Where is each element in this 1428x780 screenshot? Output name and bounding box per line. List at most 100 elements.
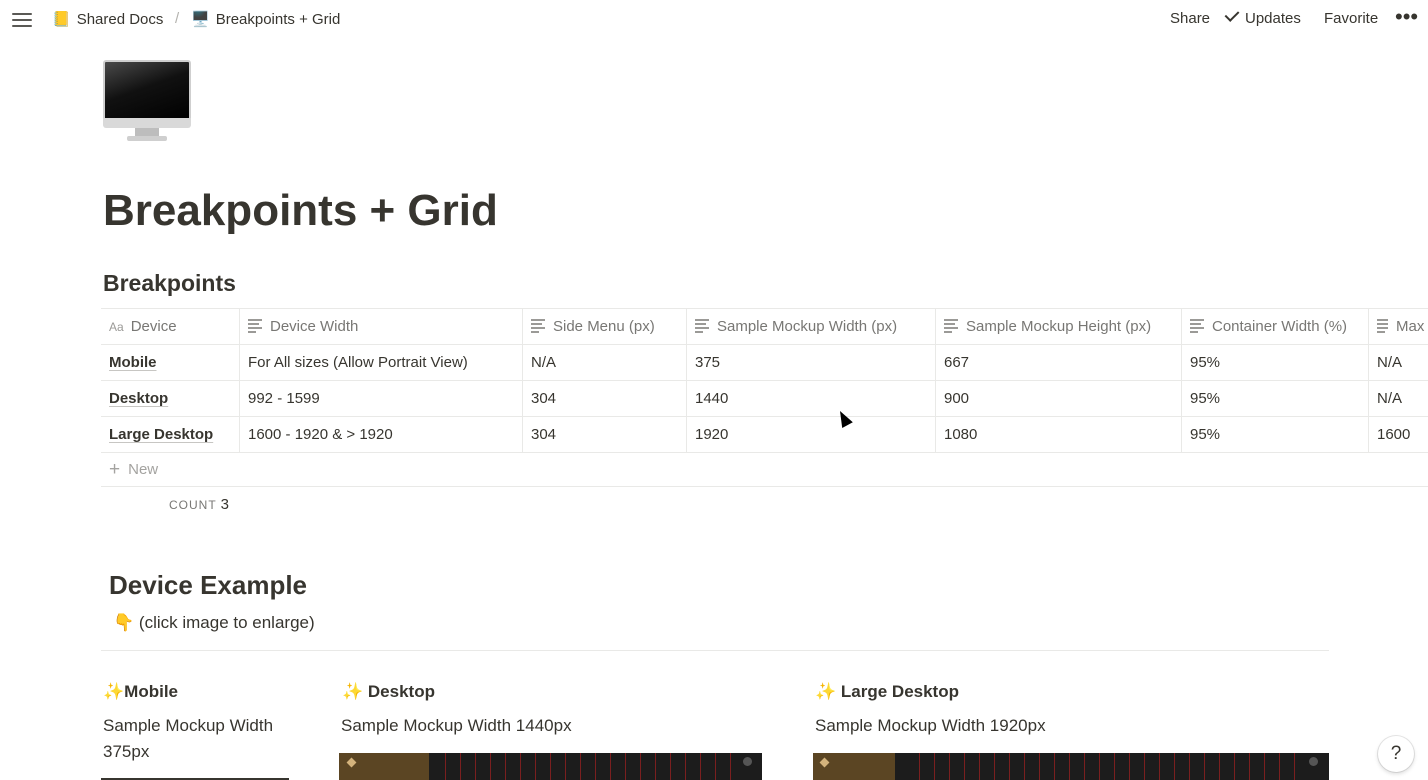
count-value: 3	[220, 496, 230, 513]
share-button[interactable]: Share	[1170, 10, 1210, 27]
cell-side-menu[interactable]: 304	[523, 381, 687, 416]
breadcrumb-workspace[interactable]: 📒 Shared Docs	[52, 10, 164, 29]
cell-max[interactable]: 1600	[1369, 417, 1428, 452]
check-icon	[1224, 7, 1240, 22]
cell-device-width[interactable]: 1600 - 1920 & > 1920	[240, 417, 523, 452]
cell-container-width[interactable]: 95%	[1182, 381, 1369, 416]
column-header-side-menu[interactable]: Side Menu (px)	[523, 309, 687, 344]
more-options-icon[interactable]: •••	[1395, 4, 1418, 30]
cell-side-menu[interactable]: 304	[523, 417, 687, 452]
desktop-heading-label: Desktop	[363, 682, 435, 701]
favorite-button[interactable]: Favorite	[1324, 10, 1378, 27]
column-header-mockup-height[interactable]: Sample Mockup Height (px)	[936, 309, 1182, 344]
large-desktop-heading-label: Large Desktop	[836, 682, 959, 701]
enlarge-hint[interactable]: 👇 (click image to enlarge)	[113, 613, 315, 633]
large-desktop-mockup-image[interactable]	[813, 753, 1329, 780]
title-property-icon: Aa	[109, 319, 124, 334]
avatar-dot	[743, 757, 752, 766]
mobile-description[interactable]: Sample Mockup Width 375px	[103, 713, 303, 765]
updates-button[interactable]: Updates	[1224, 7, 1301, 27]
text-property-icon	[1190, 317, 1204, 335]
column-label: Device Width	[270, 318, 359, 335]
monitor-base	[127, 136, 167, 141]
page-title[interactable]: Breakpoints + Grid	[103, 186, 498, 236]
desktop-mockup-image[interactable]	[339, 753, 762, 780]
large-desktop-heading[interactable]: ✨ Large Desktop	[815, 682, 959, 702]
mobile-heading-label: Mobile	[124, 682, 179, 701]
breadcrumb-separator: /	[175, 10, 180, 27]
text-property-icon	[695, 317, 709, 335]
row-count[interactable]: COUNT 3	[169, 496, 229, 513]
column-header-max[interactable]: Max	[1369, 309, 1428, 344]
column-header-mockup-width[interactable]: Sample Mockup Width (px)	[687, 309, 936, 344]
grid-overlay	[905, 753, 1305, 780]
breadcrumb-page[interactable]: 🖥️ Breakpoints + Grid	[191, 10, 341, 29]
text-property-icon	[944, 317, 958, 335]
cell-mockup-height[interactable]: 1080	[936, 417, 1182, 452]
enlarge-hint-text: (click image to enlarge)	[138, 613, 315, 632]
text-property-icon	[1377, 317, 1388, 335]
divider	[101, 650, 1329, 651]
mockup-sidebar	[339, 753, 429, 780]
cell-mockup-width[interactable]: 375	[687, 345, 936, 380]
sidebar-menu-icon[interactable]	[12, 10, 32, 28]
cell-container-width[interactable]: 95%	[1182, 345, 1369, 380]
column-label: Max	[1396, 318, 1425, 335]
cell-mockup-width[interactable]: 1440	[687, 381, 936, 416]
cell-mockup-height[interactable]: 900	[936, 381, 1182, 416]
mobile-heading[interactable]: ✨Mobile	[103, 682, 178, 702]
column-label: Side Menu (px)	[553, 318, 655, 335]
text-property-icon	[531, 317, 545, 335]
new-row-button[interactable]: + New	[101, 452, 1428, 487]
monitor-chin	[103, 118, 191, 128]
count-label: COUNT	[169, 498, 217, 512]
monitor-stand	[135, 128, 159, 136]
large-desktop-description[interactable]: Sample Mockup Width 1920px	[815, 713, 1046, 739]
help-button[interactable]: ?	[1378, 736, 1414, 772]
column-header-device[interactable]: Aa Device	[101, 309, 240, 344]
column-label: Device	[130, 318, 177, 335]
section-heading-breakpoints[interactable]: Breakpoints	[103, 270, 236, 297]
cell-max[interactable]: N/A	[1369, 345, 1428, 380]
column-label: Sample Mockup Width (px)	[717, 318, 898, 335]
sparkles-icon: ✨	[815, 682, 837, 701]
sparkles-icon: ✨	[103, 682, 125, 701]
avatar-dot	[1309, 757, 1318, 766]
cell-device-width[interactable]: For All sizes (Allow Portrait View)	[240, 345, 523, 380]
desktop-heading[interactable]: ✨ Desktop	[342, 682, 435, 702]
updates-label: Updates	[1245, 10, 1301, 27]
table-row[interactable]: Large Desktop 1600 - 1920 & > 1920 304 1…	[101, 416, 1428, 452]
column-header-container-width[interactable]: Container Width (%)	[1182, 309, 1369, 344]
cell-mockup-height[interactable]: 667	[936, 345, 1182, 380]
cell-max[interactable]: N/A	[1369, 381, 1428, 416]
table-row[interactable]: Mobile For All sizes (Allow Portrait Vie…	[101, 344, 1428, 380]
breadcrumb-page-label: Breakpoints + Grid	[215, 10, 341, 28]
desktop-description[interactable]: Sample Mockup Width 1440px	[341, 713, 572, 739]
cell-mockup-width[interactable]: 1920	[687, 417, 936, 452]
pointing-down-icon: 👇	[113, 613, 135, 632]
column-header-device-width[interactable]: Device Width	[240, 309, 523, 344]
notebook-icon: 📒	[52, 11, 71, 28]
cell-device[interactable]: Mobile	[101, 345, 240, 380]
device-example-heading[interactable]: Device Example	[109, 570, 307, 601]
cell-container-width[interactable]: 95%	[1182, 417, 1369, 452]
grid-overlay	[431, 753, 741, 780]
sparkles-icon: ✨	[342, 682, 364, 701]
breakpoints-table: Aa Device Device Width Side Menu (px) Sam…	[101, 308, 1428, 487]
cell-device[interactable]: Desktop	[101, 381, 240, 416]
text-property-icon	[248, 317, 262, 335]
cell-device[interactable]: Large Desktop	[101, 417, 240, 452]
new-row-label: New	[128, 461, 159, 478]
top-bar: 📒 Shared Docs / 🖥️ Breakpoints + Grid Sh…	[0, 0, 1428, 40]
cell-device-width[interactable]: 992 - 1599	[240, 381, 523, 416]
plus-icon: +	[109, 458, 121, 480]
monitor-screen	[103, 60, 191, 122]
column-label: Sample Mockup Height (px)	[966, 318, 1152, 335]
column-label: Container Width (%)	[1212, 318, 1348, 335]
cell-side-menu[interactable]: N/A	[523, 345, 687, 380]
monitor-icon: 🖥️	[191, 11, 210, 28]
page-icon-monitor[interactable]	[103, 60, 191, 142]
table-row[interactable]: Desktop 992 - 1599 304 1440 900 95% N/A	[101, 380, 1428, 416]
table-header-row: Aa Device Device Width Side Menu (px) Sam…	[101, 308, 1428, 344]
breadcrumb-workspace-label: Shared Docs	[76, 10, 164, 28]
